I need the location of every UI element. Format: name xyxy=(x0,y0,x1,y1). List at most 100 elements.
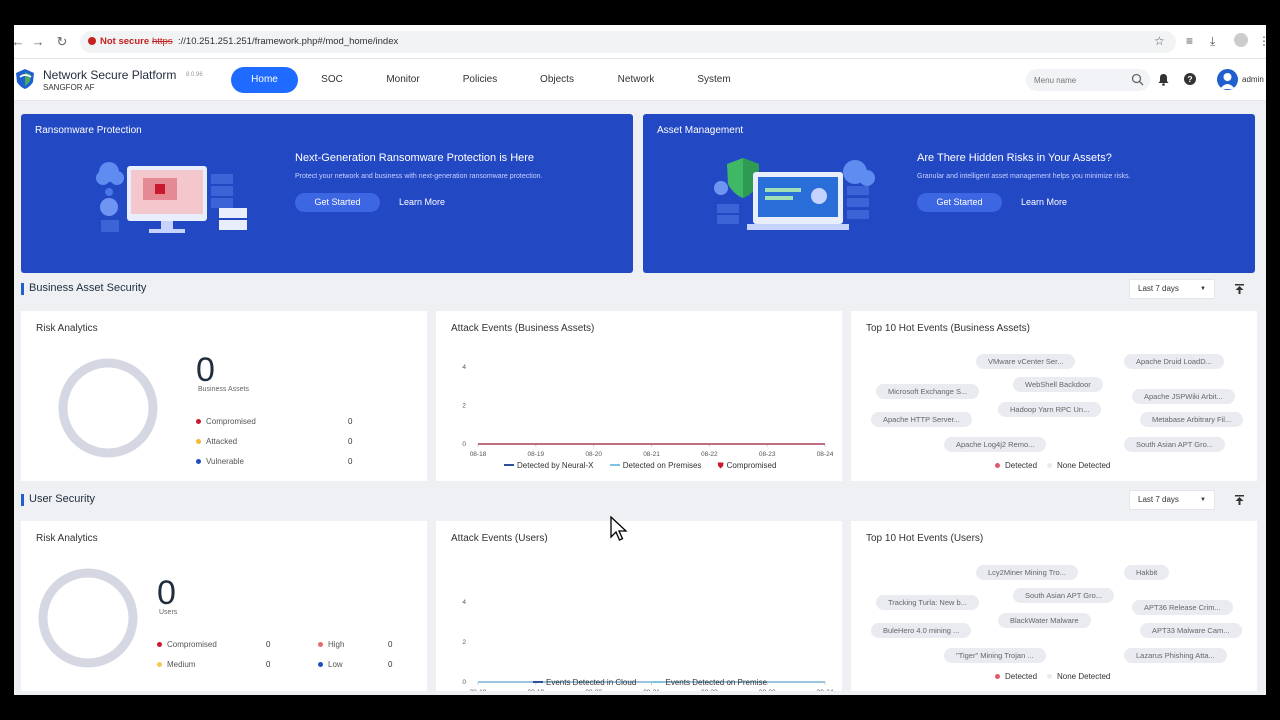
hot-event-tag[interactable]: BlackWater Malware xyxy=(998,613,1091,628)
business-attack-card: Attack Events (Business Assets) 0 2 4 08-18… xyxy=(436,311,842,481)
legend-high: High xyxy=(318,640,344,649)
user-icon xyxy=(1220,73,1235,89)
nav-system[interactable]: System xyxy=(690,67,738,93)
bell-icon[interactable] xyxy=(1158,73,1169,86)
risk-donut xyxy=(38,568,138,668)
section-marker xyxy=(21,494,24,506)
hot-event-tag[interactable]: "Tiger" Mining Trojan ... xyxy=(944,648,1046,663)
hot-event-tag[interactable]: Apache HTTP Server... xyxy=(871,412,972,427)
high-value: 0 xyxy=(388,640,393,649)
status-dot xyxy=(995,674,1000,679)
legend-attacked: Attacked xyxy=(196,437,237,446)
status-dot xyxy=(1047,463,1052,468)
x-tick-label: 08-19 xyxy=(528,689,545,691)
mouse-cursor-icon xyxy=(610,516,628,541)
learn-more-link[interactable]: Learn More xyxy=(1021,193,1067,212)
hot-event-tag[interactable]: Hadoop Yarn RPC Un... xyxy=(998,402,1102,417)
bookmark-star-icon[interactable]: ☆ xyxy=(1154,34,1165,48)
banner-headline: Are There Hidden Risks in Your Assets? xyxy=(917,152,1112,164)
banner-headline: Next-Generation Ransomware Protection is… xyxy=(295,152,535,164)
business-attack-chart: 0 2 4 08-18 08-19 08-20 08-21 08-22 08-23 08-24 xyxy=(462,364,833,458)
user-risk-card: Risk Analytics 0 Users Compromised 0 Hig… xyxy=(21,521,427,691)
hot-event-tag[interactable]: Apache Druid LoadD... xyxy=(1124,354,1224,369)
legend-cloud: Events Detected in Cloud xyxy=(533,678,636,687)
y-tick-label: 0 xyxy=(462,441,466,448)
menu-search-input[interactable] xyxy=(1034,72,1130,88)
time-range-select[interactable]: Last 7 days ▼ xyxy=(1129,490,1215,510)
compromised-value: 0 xyxy=(266,640,271,649)
x-tick-label: 08-20 xyxy=(585,689,602,691)
status-dot xyxy=(995,463,1000,468)
legend-swatch xyxy=(609,464,620,466)
hot-event-tag[interactable]: Microsoft Exchange S... xyxy=(876,384,980,399)
address-bar[interactable]: Not secure https ://10.251.251.251/frame… xyxy=(80,31,1176,53)
search-icon[interactable] xyxy=(1131,73,1144,86)
hot-event-tag[interactable]: APT36 Release Crim... xyxy=(1132,600,1233,615)
hot-event-tag[interactable]: APT33 Malware Cam... xyxy=(1140,623,1242,638)
ransomware-illustration xyxy=(96,162,247,233)
legend-none-detected: None Detected xyxy=(1047,672,1110,681)
user-attack-chart: 0 2 4 08-18 08-19 08-20 08-21 08-22 08-23 08-24 xyxy=(462,599,833,691)
time-range-select[interactable]: Last 7 days ▼ xyxy=(1129,279,1215,299)
legend-detected: Detected xyxy=(995,461,1037,470)
app-title: Network Secure Platform xyxy=(43,68,177,82)
asset-management-banner: Asset Management Are There Hidden Risks … xyxy=(643,114,1255,273)
sangfor-logo-icon xyxy=(16,69,34,89)
help-icon[interactable]: ? xyxy=(1184,73,1196,85)
nav-network[interactable]: Network xyxy=(611,67,661,93)
hot-event-tag[interactable]: BuleHero 4.0 mining ... xyxy=(871,623,972,638)
business-risk-card: Risk Analytics 0 Business Assets Comprom… xyxy=(21,311,427,481)
business-hot-events-card: Top 10 Hot Events (Business Assets) VMwa… xyxy=(851,311,1257,481)
legend-compromised: ⛊ Compromised xyxy=(717,461,777,470)
url-scheme: https xyxy=(152,36,173,47)
get-started-button[interactable]: Get Started xyxy=(917,193,1002,212)
browser-menu-icon[interactable]: ⋮ xyxy=(1258,34,1266,48)
status-dot xyxy=(1047,674,1052,679)
pin-to-top-icon[interactable] xyxy=(1235,284,1244,294)
profile-icon[interactable] xyxy=(1234,33,1248,47)
pin-to-top-icon[interactable] xyxy=(1235,495,1244,505)
medium-value: 0 xyxy=(266,660,271,669)
reload-icon[interactable]: ↻ xyxy=(54,34,70,50)
hot-event-tag[interactable]: VMware vCenter Ser... xyxy=(976,354,1076,369)
business-section-header: Business Asset Security Last 7 days ▼ xyxy=(21,279,1251,299)
chart-legend: Detected by Neural-X Detected on Premise… xyxy=(504,461,790,471)
hot-event-tag[interactable]: Metabase Arbitrary Fil... xyxy=(1140,412,1244,427)
legend-compromised: Compromised xyxy=(196,417,256,426)
status-dot xyxy=(196,439,201,444)
legend-medium: Medium xyxy=(157,660,195,669)
hot-event-tag[interactable]: Tracking Turla: New b... xyxy=(876,595,979,610)
nav-soc[interactable]: SOC xyxy=(312,67,352,93)
status-dot xyxy=(196,419,201,424)
download-icon[interactable]: ⤓ xyxy=(1210,34,1215,49)
y-tick-label: 0 xyxy=(462,679,466,686)
chart-legend: Events Detected in Cloud Events Detected… xyxy=(533,678,781,687)
not-secure-indicator[interactable]: Not secure xyxy=(88,31,149,53)
hot-event-tag[interactable]: Lazarus Phishing Atta... xyxy=(1124,648,1227,663)
card-title: Top 10 Hot Events (Users) xyxy=(866,533,984,544)
user-name[interactable]: admin xyxy=(1242,75,1264,84)
nav-monitor[interactable]: Monitor xyxy=(379,67,427,93)
nav-objects[interactable]: Objects xyxy=(533,67,581,93)
hot-event-tag[interactable]: South Asian APT Gro... xyxy=(1013,588,1114,603)
x-tick-label: 08-23 xyxy=(759,689,776,691)
reading-list-icon[interactable]: ≡ xyxy=(1186,34,1193,48)
avatar[interactable] xyxy=(1217,69,1238,90)
hot-event-tag[interactable]: Hakbit xyxy=(1124,565,1170,580)
asset-count-label: Business Assets xyxy=(198,386,249,393)
hot-event-tag[interactable]: South Asian APT Gro... xyxy=(1124,437,1225,452)
get-started-button[interactable]: Get Started xyxy=(295,193,380,212)
hot-event-tag[interactable]: Lcy2Miner Mining Tro... xyxy=(976,565,1078,580)
hot-event-tag[interactable]: Apache Log4j2 Remo... xyxy=(944,437,1047,452)
y-tick-label: 4 xyxy=(462,364,466,371)
menu-search xyxy=(1026,69,1150,91)
hot-event-tag[interactable]: Apache JSPWiki Arbit... xyxy=(1132,389,1235,404)
hot-event-tag[interactable]: WebShell Backdoor xyxy=(1013,377,1103,392)
back-icon[interactable]: ← xyxy=(14,34,26,50)
forward-icon[interactable]: → xyxy=(30,34,46,50)
learn-more-link[interactable]: Learn More xyxy=(399,193,445,212)
caret-down-icon: ▼ xyxy=(1200,497,1206,503)
vulnerable-value: 0 xyxy=(348,457,353,466)
nav-policies[interactable]: Policies xyxy=(456,67,504,93)
nav-home[interactable]: Home xyxy=(231,67,298,93)
